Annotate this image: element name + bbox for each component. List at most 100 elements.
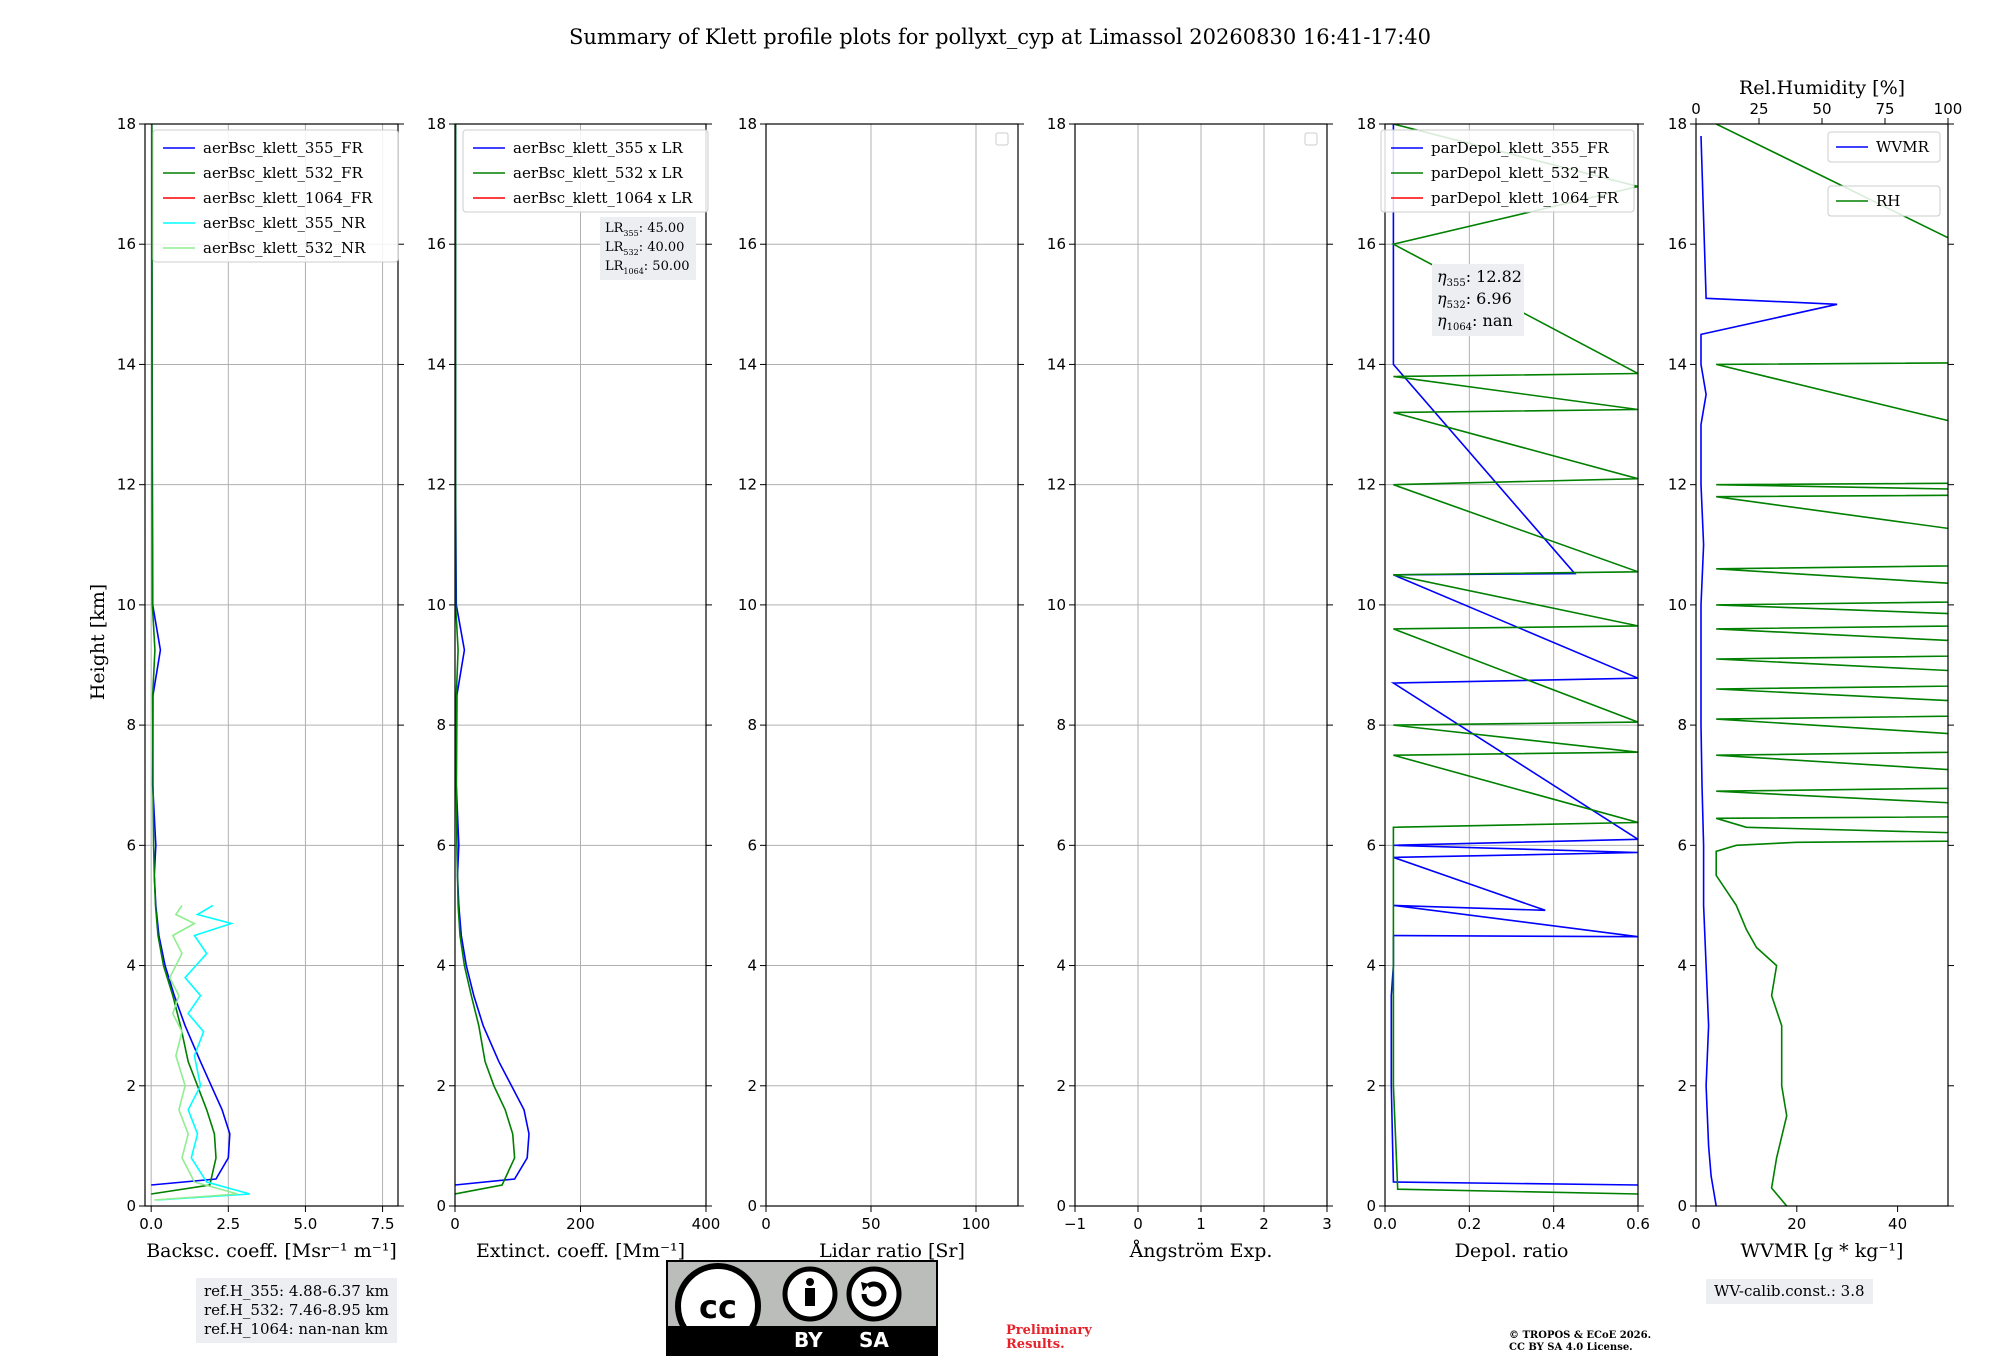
- cc-sa-label: SA: [859, 1328, 889, 1352]
- panel-1: 0 2 4 6 8 10 12 14 16 18 0.0 2.5 5.0 7.5 Backsc. coeff…: [117, 115, 404, 1262]
- panel-6: 0246810121416180 20 40WVMR [g * kg⁻¹]0 25 50…: [1668, 77, 1963, 1262]
- empty-legend-box: [1304, 132, 1318, 146]
- legend-label: RH: [1876, 192, 1900, 210]
- legend-label: aerBsc_klett_532 x LR: [513, 164, 684, 182]
- y-tick-label: 4: [1366, 957, 1376, 975]
- y-tick-label: 4: [126, 957, 136, 975]
- wv-calib-box: WV-calib.const.: 3.8: [1706, 1279, 1873, 1304]
- y-tick-label: 10: [1047, 596, 1066, 614]
- y-tick-label: 6: [436, 836, 446, 854]
- legend-label: parDepol_klett_1064_FR: [1431, 189, 1619, 207]
- series-line-RH: [1715, 124, 1948, 1206]
- y-tick-label: 16: [427, 235, 446, 253]
- y-tick-label: 10: [738, 596, 757, 614]
- legend-label: WVMR: [1876, 138, 1930, 156]
- x-axis-label: Extinct. coeff. [Mm⁻¹]: [476, 1240, 685, 1262]
- y-tick-label: 16: [1047, 235, 1066, 253]
- series-line-aerBsc_klett_355 x LR: [455, 124, 530, 1186]
- y-tick-label: 16: [1668, 235, 1687, 253]
- y-tick-label: 2: [1677, 1077, 1687, 1095]
- x-axis-label: Backsc. coeff. [Msr⁻¹ m⁻¹]: [146, 1240, 397, 1262]
- y-tick-label: 16: [1357, 235, 1376, 253]
- legend-label: parDepol_klett_355_FR: [1431, 139, 1609, 157]
- series-line-WVMR: [1700, 135, 1838, 1206]
- x2-tick-label: 50: [1812, 100, 1831, 118]
- preliminary-note: Preliminary Results.: [1006, 1323, 1092, 1352]
- axes-frame: [765, 123, 1019, 1207]
- y-tick-label: 18: [1047, 115, 1066, 133]
- y-tick-label: 0: [1366, 1197, 1376, 1215]
- panel-4: 024681012141618−1 0 1 2 3Ångström Exp.: [1047, 115, 1333, 1262]
- y-tick-label: 14: [1357, 355, 1376, 373]
- x2-tick-label: 75: [1875, 100, 1894, 118]
- y-tick-label: 18: [117, 115, 136, 133]
- ref-height-1064: ref.H_1064: nan-nan km: [204, 1320, 389, 1338]
- panels: 0246810121416180.0 2.5 5.0 7.5Backsc. coeff…: [117, 77, 1963, 1262]
- y-tick-label: 12: [1668, 476, 1687, 494]
- cc-license-badge: cc BY SA: [666, 1260, 938, 1356]
- x2-tick-label: 100: [1934, 100, 1963, 118]
- y-tick-label: 4: [1056, 957, 1066, 975]
- legend-label: parDepol_klett_532_FR: [1431, 164, 1609, 182]
- y-tick-label: 10: [1357, 596, 1376, 614]
- legend-label: aerBsc_klett_355_NR: [203, 214, 366, 232]
- y-tick-label: 8: [747, 716, 757, 734]
- series-group: [455, 124, 530, 1195]
- figure: Summary of Klett profile plots for polly…: [87, 25, 1963, 1262]
- x-tick-label: 7.5: [371, 1215, 395, 1233]
- y-tick-label: 8: [1677, 716, 1687, 734]
- x-tick-label: 50: [861, 1215, 880, 1233]
- x2-tick-label: 25: [1749, 100, 1768, 118]
- annotation-line: LR1064: 50.00: [605, 259, 690, 276]
- legend-label: aerBsc_klett_1064 x LR: [513, 189, 693, 207]
- annotation-line: LR532: 40.00: [605, 240, 684, 257]
- y-tick-label: 2: [747, 1077, 757, 1095]
- y-tick-label: 0: [436, 1197, 446, 1215]
- x-axis-label: Depol. ratio: [1455, 1240, 1569, 1262]
- y-tick-label: 6: [1056, 836, 1066, 854]
- y-tick-label: 12: [738, 476, 757, 494]
- empty-legend-box: [995, 132, 1009, 146]
- y-tick-label: 8: [126, 716, 136, 734]
- series-group: [1700, 124, 1948, 1206]
- y-tick-label: 10: [427, 596, 446, 614]
- x-tick-label: 0: [450, 1215, 460, 1233]
- y-tick-label: 0: [747, 1197, 757, 1215]
- secondary-x-axis-label: Rel.Humidity [%]: [1739, 77, 1905, 99]
- y-tick-label: 14: [738, 355, 757, 373]
- y-tick-label: 12: [427, 476, 446, 494]
- panel-3: 0 2 4 6 8 10 12 14 16 18 0 50 100 Lidar ratio [Sr]: [738, 115, 1024, 1262]
- y-axis-label: Height [km]: [87, 584, 109, 700]
- y-tick-label: 8: [1056, 716, 1066, 734]
- y-tick-label: 2: [436, 1077, 446, 1095]
- figure-title: Summary of Klett profile plots for polly…: [569, 25, 1431, 49]
- y-tick-label: 6: [1677, 836, 1687, 854]
- y-tick-label: 16: [117, 235, 136, 253]
- x-axis-label: WVMR [g * kg⁻¹]: [1741, 1240, 1904, 1262]
- x-axis-label: Ångström Exp.: [1129, 1240, 1273, 1262]
- y-tick-label: 14: [1668, 355, 1687, 373]
- x-tick-label: 5.0: [294, 1215, 318, 1233]
- copyright-note: © TROPOS & ECoE 2026. CC BY SA 4.0 Licen…: [1509, 1330, 1652, 1353]
- x-tick-label: 100: [962, 1215, 991, 1233]
- x-tick-label: 0.6: [1626, 1215, 1650, 1233]
- legend-label: aerBsc_klett_355_FR: [203, 139, 363, 157]
- y-tick-label: 14: [117, 355, 136, 373]
- x-tick-label: 0.0: [1373, 1215, 1397, 1233]
- y-tick-label: 4: [436, 957, 446, 975]
- cc-icon: cc: [675, 1263, 902, 1326]
- cc-by-label: BY: [794, 1328, 823, 1352]
- legend-label: aerBsc_klett_1064_FR: [203, 189, 373, 207]
- panel-2: 0 2 4 6 8 10 12 14 16 18 0 200 400 Extinct. coeff. [M…: [427, 115, 720, 1262]
- x-tick-label: 0.0: [139, 1215, 163, 1233]
- series-line-aerBsc_klett_532 x LR: [455, 124, 516, 1195]
- ref-height-355: ref.H_355: 4.88-6.37 km: [204, 1282, 389, 1300]
- y-tick-label: 18: [1668, 115, 1687, 133]
- legend-label: aerBsc_klett_532_NR: [203, 239, 366, 257]
- x-tick-label: 400: [692, 1215, 721, 1233]
- y-tick-label: 10: [117, 596, 136, 614]
- x-tick-label: 20: [1787, 1215, 1806, 1233]
- x-tick-label: 0.2: [1457, 1215, 1481, 1233]
- y-tick-label: 8: [1366, 716, 1376, 734]
- x-tick-label: 1: [1196, 1215, 1206, 1233]
